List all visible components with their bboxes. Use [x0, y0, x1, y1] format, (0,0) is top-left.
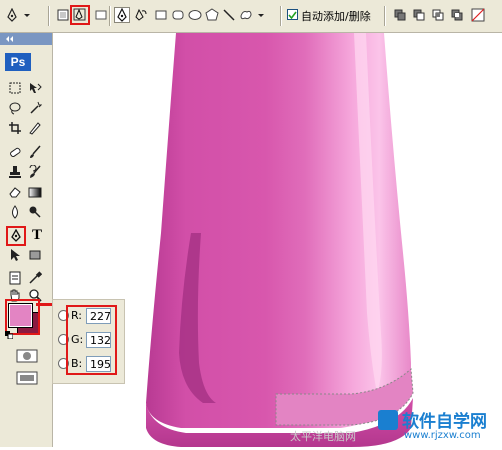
shape-icon[interactable]	[26, 246, 44, 264]
rectangle-shape-icon[interactable]	[153, 7, 169, 23]
shape-layers-icon[interactable]	[55, 7, 71, 23]
freeform-pen-icon[interactable]	[133, 7, 149, 23]
toolbox-titlebar[interactable]	[0, 33, 52, 45]
rounded-rectangle-icon[interactable]	[170, 7, 186, 23]
toolbox: Ps T	[0, 33, 53, 447]
default-colors-icon[interactable]	[5, 329, 14, 340]
intersect-path-icon[interactable]	[430, 7, 446, 23]
pen-icon[interactable]	[114, 7, 130, 23]
clone-stamp-icon[interactable]	[6, 163, 24, 181]
custom-shape-icon[interactable]	[238, 7, 254, 23]
paths-mode-icon[interactable]	[70, 5, 90, 25]
crop-icon[interactable]	[6, 119, 24, 137]
chevron-down-icon[interactable]	[256, 7, 266, 23]
move-icon[interactable]	[26, 79, 44, 97]
document-canvas[interactable]	[141, 33, 502, 447]
watermark-logo	[378, 410, 398, 430]
quick-mask-icon[interactable]	[16, 349, 38, 363]
fill-pixels-icon[interactable]	[93, 7, 109, 23]
photoshop-logo[interactable]: Ps	[5, 53, 31, 71]
style-icon[interactable]	[470, 7, 486, 23]
slice-icon[interactable]	[26, 119, 44, 137]
values-highlight	[66, 305, 117, 375]
history-brush-icon[interactable]	[26, 163, 44, 181]
marquee-icon[interactable]	[6, 79, 24, 97]
watermark-url: www.rjzxw.com	[404, 430, 481, 441]
auto-add-delete-checkbox[interactable]	[287, 9, 298, 20]
watermark-brand: 软件自学网	[402, 412, 487, 432]
screen-mode-icon[interactable]	[16, 371, 38, 385]
watermark-site: 太平洋电脑网	[290, 430, 356, 443]
dodge-icon[interactable]	[26, 203, 44, 221]
type-icon[interactable]: T	[28, 226, 46, 244]
magic-wand-icon[interactable]	[26, 99, 44, 117]
subtract-path-icon[interactable]	[411, 7, 427, 23]
exclude-overlap-icon[interactable]	[449, 7, 465, 23]
bottle-artwork	[146, 33, 414, 447]
eyedropper-icon[interactable]	[26, 269, 44, 287]
eraser-icon[interactable]	[6, 183, 24, 201]
gradient-icon[interactable]	[26, 183, 44, 201]
add-to-path-icon[interactable]	[392, 7, 408, 23]
auto-add-delete-label: 自动添加/删除	[301, 10, 371, 23]
path-select-icon[interactable]	[6, 246, 24, 264]
notes-icon[interactable]	[6, 269, 24, 287]
blur-icon[interactable]	[6, 203, 24, 221]
healing-brush-icon[interactable]	[6, 143, 24, 161]
brush-icon[interactable]	[26, 143, 44, 161]
chevron-down-icon[interactable]	[22, 7, 32, 23]
pen-tool-preset-icon[interactable]	[4, 7, 20, 23]
line-icon[interactable]	[221, 7, 237, 23]
pen-icon[interactable]	[6, 226, 26, 246]
ellipse-icon[interactable]	[187, 7, 203, 23]
options-bar: 自动添加/删除	[0, 0, 502, 33]
polygon-icon[interactable]	[204, 7, 220, 23]
lasso-icon[interactable]	[6, 99, 24, 117]
